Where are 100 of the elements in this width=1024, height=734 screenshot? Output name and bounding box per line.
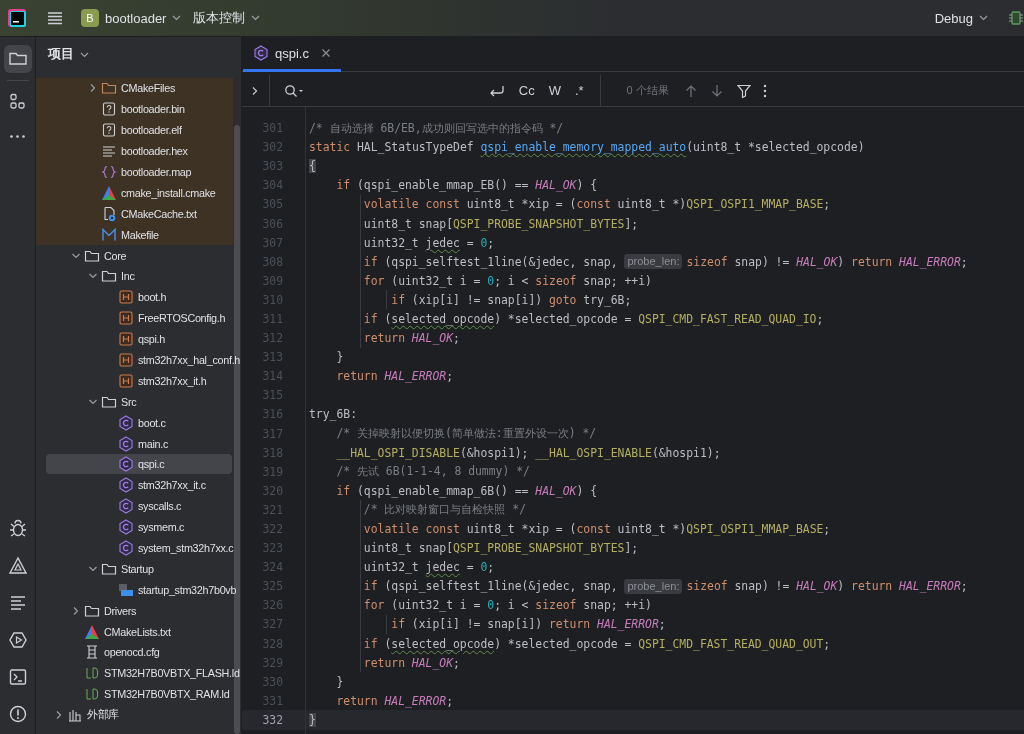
- file-name: CMakeCache.txt: [121, 207, 197, 220]
- file-name: bootloader.map: [121, 166, 192, 178]
- tree-item[interactable]: system_stm32h7xx.c: [46, 538, 234, 559]
- code-line: /* 先试 6B(1-1-4, 8 dummy) */: [335, 463, 530, 481]
- code-line: volatile const uint8_t *xip = (const uint8_t *)QSPI_OSPI1_MMAP_BASE;: [309, 194, 831, 214]
- file-name: boot.h: [138, 291, 167, 304]
- header-file-icon: [118, 352, 134, 368]
- menu-icon: [47, 11, 63, 25]
- code-line: if (qspi_enable_mmap_6B() == HAL_OK) {: [335, 482, 598, 500]
- up-arrow-icon: [684, 83, 697, 98]
- project-badge: B: [81, 9, 99, 27]
- tree-item[interactable]: startup_stm32h7b0vb: [46, 579, 237, 600]
- tree-item[interactable]: Src: [46, 391, 232, 412]
- editor-tab[interactable]: qspi.c: [243, 37, 341, 72]
- file-name: stm32h7xx_it.h: [138, 374, 207, 387]
- tree-item[interactable]: STM32H7B0VBTX_RAM.ld: [46, 684, 232, 705]
- tree-item[interactable]: boot.h: [46, 287, 232, 308]
- file-name: qspi.c: [138, 458, 165, 471]
- result-count: 0 个结果: [626, 83, 669, 98]
- tree-item[interactable]: qspi.h: [46, 329, 232, 350]
- header-file-icon: [118, 331, 134, 348]
- tree-item[interactable]: Core: [46, 245, 232, 266]
- code-line: if (qspi_enable_mmap_EB() == HAL_OK) {: [335, 177, 598, 195]
- cache-file-icon: [101, 205, 117, 222]
- c-file-icon: [118, 456, 134, 473]
- asm-file-icon: [118, 581, 134, 598]
- linker-file-icon: [84, 665, 100, 682]
- config-file-icon: [84, 644, 100, 661]
- code-line: if (xip[i] != snap[i]) goto try_6B;: [309, 290, 632, 310]
- tree-item[interactable]: openocd.cfg: [46, 642, 232, 663]
- tree-item[interactable]: STM32H7B0VBTX_FLASH.ld: [46, 663, 240, 684]
- folder-icon: [101, 80, 117, 97]
- file-name: startup_stm32h7b0vb: [138, 583, 237, 596]
- c-file-icon: [118, 540, 134, 557]
- tree-item[interactable]: stm32h7xx_hal_conf.h: [46, 350, 241, 370]
- c-file-icon: [118, 519, 134, 536]
- caret-icon: [80, 51, 89, 58]
- tree-item[interactable]: stm32h7xx_it.c: [46, 475, 232, 496]
- code-line: uint32_t jedec = 0;: [309, 557, 495, 577]
- search-option-toggle[interactable]: Cc: [514, 81, 539, 100]
- file-name: boot.c: [138, 416, 166, 429]
- code-line: if (selected_opcode) *selected_opcode = QSPI_CMD_FAST_READ_QUAD_IO;: [309, 309, 824, 329]
- tree-item[interactable]: stm32h7xx_it.h: [46, 370, 232, 391]
- tree-item[interactable]: Startup: [46, 558, 232, 579]
- c-file-icon: [253, 45, 269, 61]
- tree-item[interactable]: CMakeLists.txt: [46, 621, 232, 642]
- project-menu[interactable]: B bootloader: [75, 5, 188, 31]
- code-line: return HAL_ERROR;: [335, 368, 453, 386]
- caret-icon: [172, 15, 182, 21]
- c-file-icon: [118, 435, 134, 452]
- folder-icon: [101, 268, 117, 285]
- caret-icon: [251, 15, 261, 21]
- run-config-menu[interactable]: Debug: [928, 6, 994, 30]
- file-name: main.c: [138, 437, 168, 450]
- header-file-icon: [118, 372, 134, 389]
- tree-item[interactable]: boot.c: [46, 412, 232, 433]
- file-name: bootloader.elf: [121, 124, 182, 137]
- code-line: /* 比对映射窗口与自检快照 */: [309, 500, 526, 520]
- search-option-toggle[interactable]: W: [544, 81, 565, 100]
- c-file-icon: [118, 414, 134, 431]
- file-name: Core: [104, 249, 127, 262]
- project-view-menu[interactable]: 项目: [46, 44, 91, 65]
- filter-icon: [736, 83, 751, 98]
- file-name: system_stm32h7xx.c: [138, 542, 234, 555]
- header-file-icon: [118, 289, 134, 306]
- tree-item[interactable]: qspi.c: [46, 454, 232, 475]
- vcs-menu[interactable]: 版本控制: [187, 5, 267, 31]
- tool-window-button[interactable]: [3, 45, 32, 73]
- tree-item[interactable]: 外部库: [46, 705, 232, 726]
- tree-item[interactable]: syscalls.c: [46, 496, 232, 517]
- search-field[interactable]: Cc W .*: [268, 75, 601, 106]
- tree-item[interactable]: Inc: [46, 266, 232, 287]
- code-line: if (qspi_selftest_1line(&jedec, snap, probe_len: sizeof snap) != HAL_OK) return HAL_ERROR;: [309, 252, 968, 272]
- file-name: Inc: [121, 270, 135, 283]
- code-line: uint8_t snap[QSPI_PROBE_SNAPSHOT_BYTES];: [309, 538, 639, 558]
- more-icon: [10, 134, 25, 138]
- code-line: /* 关掉映射以便切换(简单做法:重置外设一次) */: [335, 425, 597, 443]
- chip-icon: [1008, 10, 1024, 26]
- tree-item[interactable]: Drivers: [46, 600, 232, 621]
- line-number: 332: [261, 712, 283, 727]
- tree-item[interactable]: FreeRTOSConfig.h: [46, 308, 232, 329]
- file-name: stm32h7xx_it.c: [138, 479, 206, 492]
- file-name: cmake_install.cmake: [121, 186, 216, 199]
- tree-item[interactable]: main.c: [46, 433, 232, 454]
- linker-file-icon: [84, 686, 100, 703]
- code-line: return HAL_OK;: [309, 653, 460, 673]
- makefile-icon: [101, 226, 117, 243]
- file-name: bootloader.bin: [121, 103, 185, 116]
- code-line: for (uint32_t i = 0; i < sizeof snap; ++i): [309, 595, 652, 615]
- tree-item[interactable]: sysmem.c: [46, 517, 232, 538]
- app-logo-icon: [7, 8, 27, 28]
- wrap-icon: [488, 83, 505, 98]
- file-name: Drivers: [104, 604, 137, 617]
- close-button[interactable]: [320, 48, 331, 58]
- code-line: return HAL_ERROR;: [335, 692, 453, 710]
- code-line: if (xip[i] != snap[i]) return HAL_ERROR;: [309, 614, 666, 635]
- file-name: openocd.cfg: [104, 646, 160, 659]
- search-option-toggle[interactable]: .*: [570, 81, 588, 100]
- warning-icon: [7, 555, 28, 576]
- cmake-triangle-icon: [84, 623, 100, 640]
